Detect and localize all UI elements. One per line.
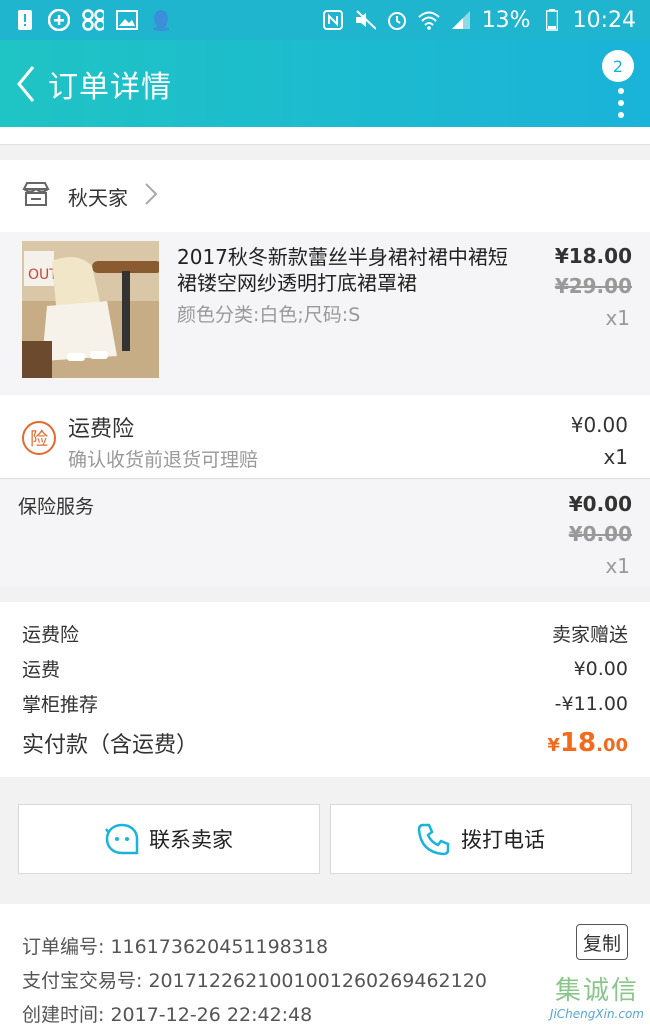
contact-seller-button[interactable]: 联系卖家 xyxy=(18,804,320,874)
summary-label: 掌柜推荐 xyxy=(22,694,99,716)
copy-button[interactable]: 复制 xyxy=(576,924,628,960)
summary-label: 运费险 xyxy=(22,624,80,646)
shipping-insurance-row: 险 运费险 确认收货前退货可理赔 ¥0.00 x1 xyxy=(0,395,650,479)
action-bar: 联系卖家 拨打电话 xyxy=(0,792,650,884)
summary-row: 运费 ¥0.00 xyxy=(22,651,628,686)
product-title: 2017秋冬新款蕾丝半身裙衬裙中裙短裙镂空网纱透明打底裙罩裙 xyxy=(177,245,508,295)
battery-percent: 13% xyxy=(481,7,531,33)
chevron-left-icon xyxy=(17,65,35,102)
service-title: 保险服务 xyxy=(18,496,95,518)
insurance-quantity: x1 xyxy=(603,445,628,469)
summary-label: 运费 xyxy=(22,659,61,681)
shop-row[interactable]: 秋天家 xyxy=(0,160,650,232)
title-bar: 订单详情 2 xyxy=(0,40,650,127)
product-image: OUT xyxy=(22,241,159,378)
app-icon xyxy=(82,9,104,31)
summary-value: -¥11.00 xyxy=(554,692,628,715)
order-number: 订单编号: 116173620451198318 xyxy=(22,935,329,958)
alipay-transaction-number: 支付宝交易号: 2017122621001001260269462120 xyxy=(22,969,487,992)
clock: 10:24 xyxy=(572,7,636,33)
summary-value: 卖家赠送 xyxy=(551,624,628,646)
watermark: 集诚信 JiChengXin.com xyxy=(549,976,644,1021)
summary-row: 掌柜推荐 -¥11.00 xyxy=(22,686,628,721)
summary-value: ¥0.00 xyxy=(573,657,628,680)
back-button[interactable] xyxy=(6,40,46,127)
status-bar: 13% 10:24 xyxy=(0,0,650,40)
product-quantity: x1 xyxy=(605,306,630,330)
product-price: ¥18.00 xyxy=(554,244,632,268)
more-menu-button[interactable]: 2 xyxy=(594,50,634,120)
insurance-icon: 险 xyxy=(22,421,56,455)
total-row: 实付款（含运费） ¥18.00 xyxy=(22,723,628,763)
created-time: 创建时间: 2017-12-26 22:42:48 xyxy=(22,1003,313,1026)
insurance-desc: 确认收货前退货可理赔 xyxy=(68,449,259,471)
battery-icon xyxy=(541,9,563,31)
insurance-price: ¥0.00 xyxy=(570,413,628,437)
divider xyxy=(0,127,650,145)
phone-icon xyxy=(417,823,450,856)
notification-icon xyxy=(14,9,36,31)
more-vert-icon xyxy=(618,88,624,118)
service-quantity: x1 xyxy=(605,554,630,578)
alarm-icon xyxy=(386,9,408,31)
mute-icon xyxy=(354,9,376,31)
price-summary: 运费险 卖家赠送 运费 ¥0.00 掌柜推荐 -¥11.00 实付款（含运费） … xyxy=(0,602,650,777)
nfc-icon xyxy=(322,9,344,31)
qq-icon xyxy=(150,9,172,31)
order-item[interactable]: OUT 2017秋冬新款蕾丝半身裙衬裙中裙短裙镂空网纱透明打底裙罩裙 颜色分类:… xyxy=(0,232,650,392)
signal-icon xyxy=(450,9,472,31)
call-button[interactable]: 拨打电话 xyxy=(330,804,632,874)
total-amount: ¥18.00 xyxy=(547,728,628,758)
service-price: ¥0.00 xyxy=(568,492,632,516)
store-icon xyxy=(22,181,50,211)
notification-badge: 2 xyxy=(602,50,634,82)
image-icon xyxy=(116,9,138,31)
total-label: 实付款（含运费） xyxy=(22,733,199,758)
chevron-right-icon xyxy=(144,182,158,210)
contact-seller-label: 联系卖家 xyxy=(149,828,233,852)
order-info: 订单编号: 116173620451198318 支付宝交易号: 2017122… xyxy=(0,904,650,1031)
call-label: 拨打电话 xyxy=(461,828,545,852)
page-title: 订单详情 xyxy=(48,69,172,105)
product-spec: 颜色分类:白色;尺码:S xyxy=(177,304,361,326)
product-original-price: ¥29.00 xyxy=(554,274,632,298)
add-circle-icon xyxy=(48,9,70,31)
chat-icon xyxy=(105,823,139,855)
insurance-service-row: 保险服务 ¥0.00 ¥0.00 x1 xyxy=(0,480,650,586)
summary-row: 运费险 卖家赠送 xyxy=(22,616,628,651)
insurance-title: 运费险 xyxy=(68,417,135,442)
wifi-icon xyxy=(418,9,440,31)
shop-name: 秋天家 xyxy=(68,185,128,210)
service-original-price: ¥0.00 xyxy=(568,522,632,546)
